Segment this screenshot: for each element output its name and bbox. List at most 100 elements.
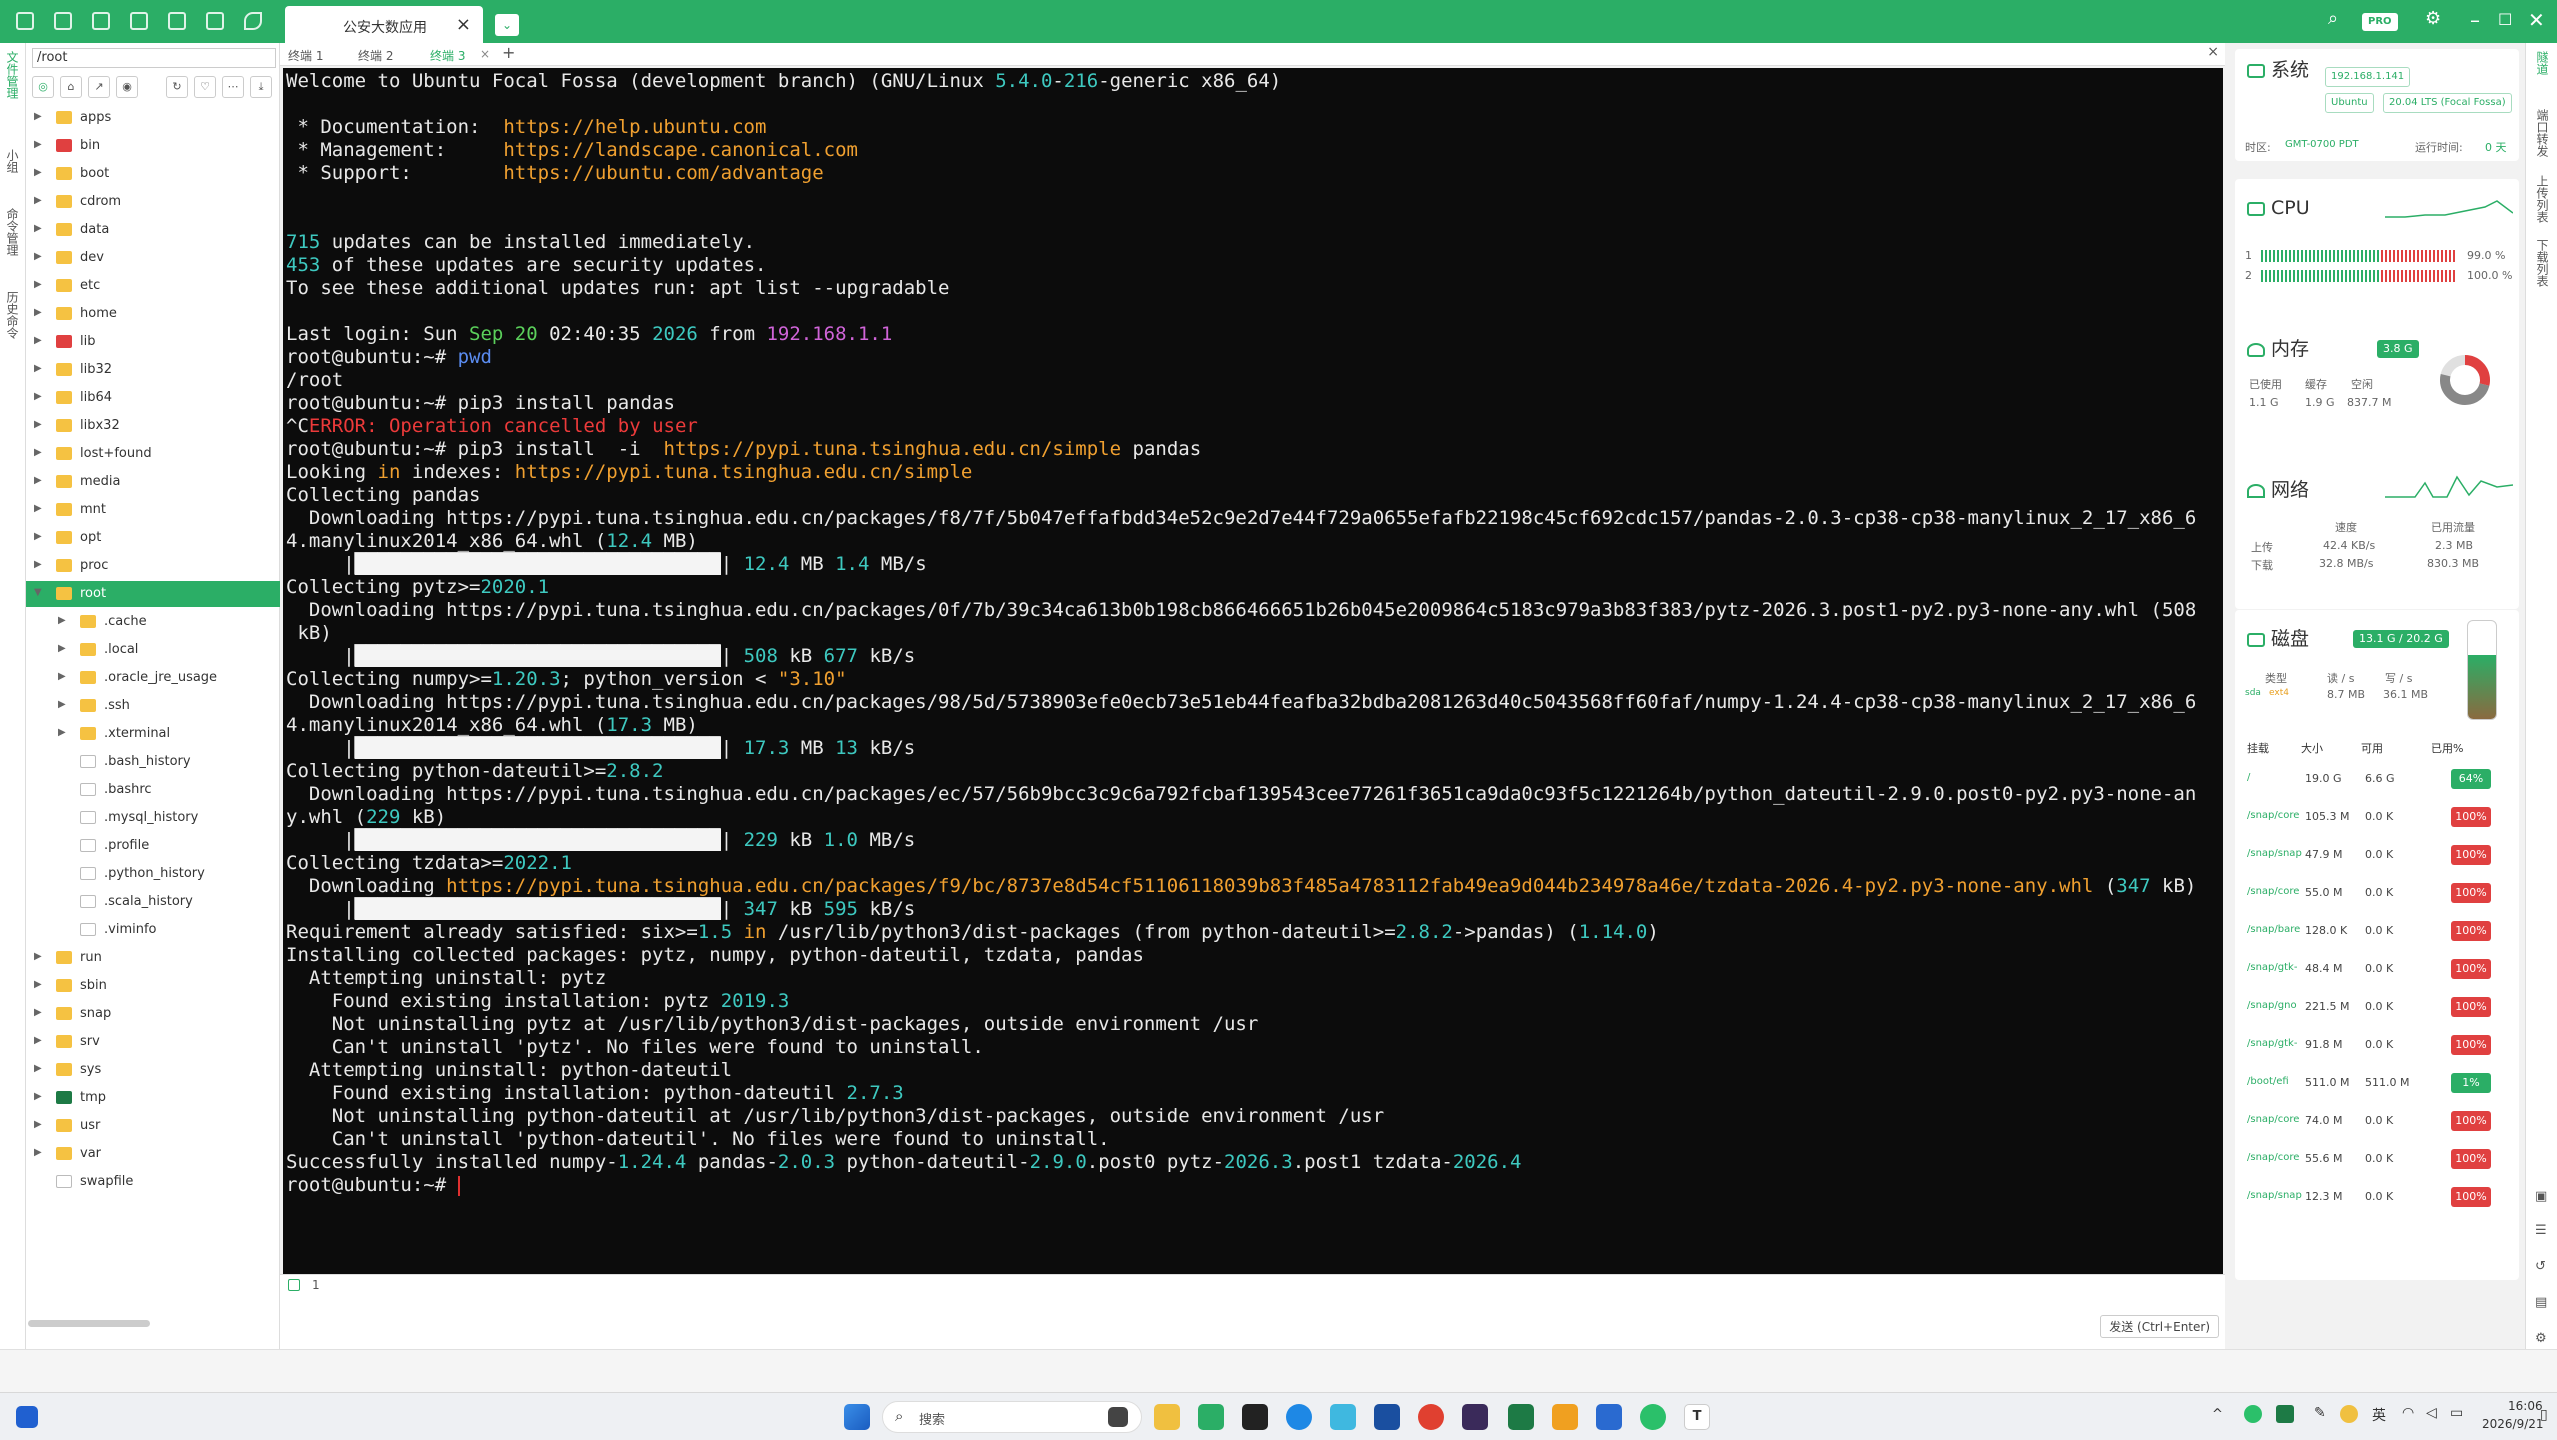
- chevron-right-icon[interactable]: ▶: [34, 167, 42, 178]
- document-icon[interactable]: [206, 12, 224, 30]
- notification-icon[interactable]: ▯: [2540, 1407, 2548, 1423]
- disk-row[interactable]: /snap/core 74.0 M 0.0 K 100%: [2235, 1102, 2519, 1140]
- ime-icon[interactable]: 英: [2372, 1405, 2386, 1425]
- app-tray-icon[interactable]: [2340, 1405, 2358, 1423]
- chevron-right-icon[interactable]: ▶: [34, 307, 42, 318]
- chevron-right-icon[interactable]: ▶: [34, 475, 42, 486]
- chevron-down-icon[interactable]: ⌄: [495, 14, 519, 36]
- wifi-tray-icon[interactable]: ◠: [2402, 1405, 2414, 1421]
- chevron-right-icon[interactable]: ▶: [34, 1119, 42, 1130]
- new-window-icon[interactable]: [16, 12, 34, 30]
- folder-item[interactable]: ▶ dev: [26, 245, 280, 271]
- folder-item[interactable]: ▶ .xterminal: [26, 721, 280, 747]
- settings-icon[interactable]: ⚙: [2535, 1331, 2547, 1346]
- pro-badge-icon[interactable]: PRO: [2362, 13, 2398, 31]
- media-icon[interactable]: [1462, 1404, 1488, 1430]
- chevron-right-icon[interactable]: ▶: [34, 335, 42, 346]
- volume-icon[interactable]: ◁: [2426, 1405, 2437, 1421]
- chevron-right-icon[interactable]: ▶: [34, 363, 42, 374]
- chevron-right-icon[interactable]: ▶: [58, 615, 66, 626]
- start-icon[interactable]: [844, 1404, 870, 1430]
- chevron-right-icon[interactable]: ▶: [34, 531, 42, 542]
- home-icon[interactable]: ⌂: [60, 76, 82, 98]
- tree-icon[interactable]: [130, 12, 148, 30]
- panel-icon[interactable]: ▣: [2535, 1189, 2547, 1204]
- disk-row[interactable]: /snap/bare 128.0 K 0.0 K 100%: [2235, 912, 2519, 950]
- close-window-icon[interactable]: ✕: [2528, 8, 2545, 32]
- chevron-right-icon[interactable]: ▶: [34, 447, 42, 458]
- send-button[interactable]: 发送 (Ctrl+Enter): [2100, 1315, 2219, 1338]
- folder-item[interactable]: ▶ mnt: [26, 497, 280, 523]
- folder-item[interactable]: ▶ sbin: [26, 973, 280, 999]
- folder-item[interactable]: ▶ home: [26, 301, 280, 327]
- chevron-right-icon[interactable]: ▶: [34, 195, 42, 206]
- excel-icon[interactable]: [1508, 1404, 1534, 1430]
- folder-item[interactable]: ▶ lib32: [26, 357, 280, 383]
- pen-tray-icon[interactable]: ✎: [2314, 1405, 2326, 1421]
- edit-icon[interactable]: [244, 12, 262, 30]
- file-item[interactable]: swapfile: [26, 1169, 280, 1195]
- tab-terminal-2[interactable]: 终端 2: [358, 47, 393, 64]
- disk-row[interactable]: /snap/gtk- 48.4 M 0.0 K 100%: [2235, 950, 2519, 988]
- folder-item[interactable]: ▶ snap: [26, 1001, 280, 1027]
- folder-item[interactable]: ▶ run: [26, 945, 280, 971]
- folder-item[interactable]: ▶ libx32: [26, 413, 280, 439]
- taskbar-search[interactable]: ⌕ 搜索: [882, 1401, 1142, 1433]
- chevron-right-icon[interactable]: ▶: [34, 139, 42, 150]
- close-tab-icon[interactable]: ×: [480, 47, 490, 61]
- chevron-right-icon[interactable]: ▶: [34, 1147, 42, 1158]
- refresh-icon[interactable]: ↻: [166, 76, 188, 98]
- windows-start-icon[interactable]: [16, 1406, 38, 1428]
- chevron-right-icon[interactable]: ▶: [34, 1091, 42, 1102]
- folder-item[interactable]: ▶ boot: [26, 161, 280, 187]
- command-input-area[interactable]: 1 发送 (Ctrl+Enter): [280, 1274, 2225, 1349]
- chevron-right-icon[interactable]: ▶: [34, 279, 42, 290]
- store-icon[interactable]: [1374, 1404, 1400, 1430]
- horizontal-scrollbar[interactable]: [28, 1320, 150, 1327]
- disk-row[interactable]: /snap/snap 12.3 M 0.0 K 100%: [2235, 1178, 2519, 1216]
- maximize-icon[interactable]: ☐: [2498, 10, 2512, 29]
- chevron-right-icon[interactable]: ▶: [34, 951, 42, 962]
- file-item[interactable]: .bashrc: [26, 777, 280, 803]
- close-icon[interactable]: ×: [456, 14, 471, 35]
- folder-item[interactable]: ▶ cdrom: [26, 189, 280, 215]
- more-icon[interactable]: ⋯: [222, 76, 244, 98]
- rail-tab-commands[interactable]: 命令管理: [4, 208, 21, 256]
- disk-row[interactable]: /snap/gno 221.5 M 0.0 K 100%: [2235, 988, 2519, 1026]
- folder-item[interactable]: ▶ opt: [26, 525, 280, 551]
- chevron-right-icon[interactable]: ▶: [58, 671, 66, 682]
- folder-item[interactable]: ▶ .cache: [26, 609, 280, 635]
- disk-row[interactable]: /snap/core 105.3 M 0.0 K 100%: [2235, 798, 2519, 836]
- favorite-icon[interactable]: ♡: [194, 76, 216, 98]
- folder-item[interactable]: ▶ .oracle_jre_usage: [26, 665, 280, 691]
- image-icon[interactable]: [168, 12, 186, 30]
- network-icon[interactable]: [92, 12, 110, 30]
- jetbrains-icon[interactable]: [1242, 1404, 1268, 1430]
- minimize-icon[interactable]: –: [2470, 8, 2480, 32]
- path-input[interactable]: /root: [32, 48, 276, 68]
- chevron-right-icon[interactable]: ▶: [34, 1007, 42, 1018]
- rail-tab-tunnel[interactable]: 隧道: [2534, 51, 2551, 75]
- rail-tab-upload[interactable]: 上传列表: [2534, 175, 2551, 223]
- rail-tab-port-forward[interactable]: 端口转发: [2534, 109, 2551, 157]
- app-green-icon[interactable]: [1198, 1404, 1224, 1430]
- history-icon[interactable]: ↺: [2535, 1259, 2546, 1274]
- add-tab-icon[interactable]: +: [502, 43, 515, 62]
- browser-icon[interactable]: [1330, 1404, 1356, 1430]
- tab-terminal-3[interactable]: 终端 3: [430, 47, 465, 64]
- ip-pill[interactable]: 192.168.1.141: [2325, 67, 2411, 87]
- disk-row[interactable]: /snap/snap 47.9 M 0.0 K 100%: [2235, 836, 2519, 874]
- excel-tray-icon[interactable]: [2276, 1405, 2294, 1423]
- checkbox-icon[interactable]: [288, 1279, 300, 1291]
- task-view-icon[interactable]: [1108, 1407, 1128, 1427]
- save-icon[interactable]: ▤: [2535, 1295, 2547, 1310]
- folder-item[interactable]: ▶ lib64: [26, 385, 280, 411]
- folder-item[interactable]: ▶ .local: [26, 637, 280, 663]
- folder-item[interactable]: ▶ tmp: [26, 1085, 280, 1111]
- chevron-right-icon[interactable]: ▶: [58, 699, 66, 710]
- wechat-tray-icon[interactable]: [2244, 1405, 2262, 1423]
- download-icon[interactable]: ⤓: [250, 76, 272, 98]
- clock-time[interactable]: 16:06: [2508, 1399, 2543, 1413]
- folder-item[interactable]: ▶ sys: [26, 1057, 280, 1083]
- rail-tab-download[interactable]: 下载列表: [2534, 239, 2551, 287]
